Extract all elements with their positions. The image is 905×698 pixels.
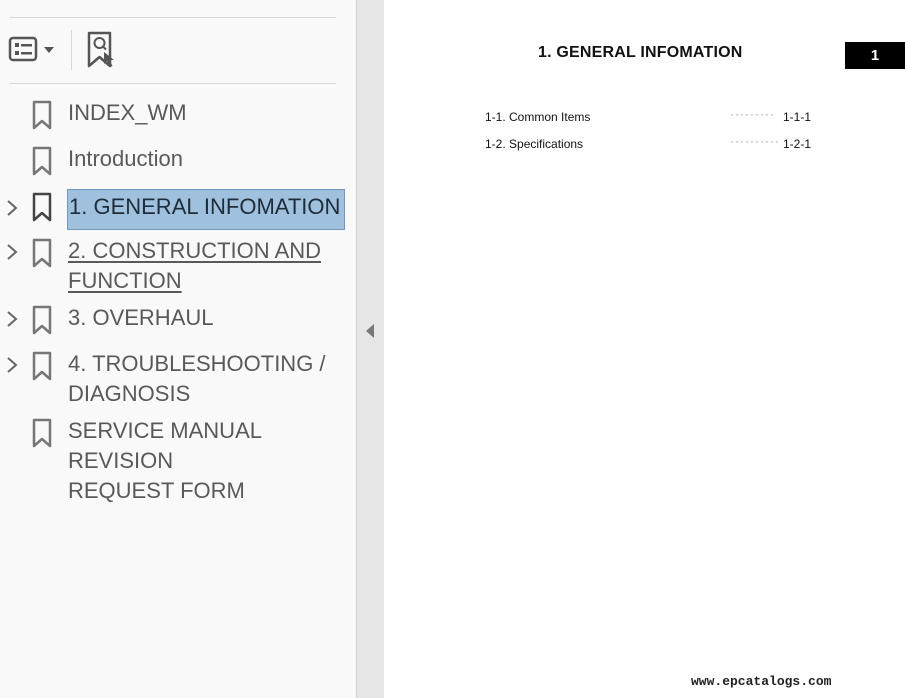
toolbar-divider [71,30,72,70]
bookmark-label-selected: 1. GENERAL INFOMATION [67,189,345,230]
toc-leader-dots: ········· [730,107,775,121]
bookmark-ribbon-icon [32,100,52,130]
watermark-text: www.epcatalogs.com [691,674,832,689]
bookmark-item-general-infomation[interactable]: 1. GENERAL INFOMATION [0,189,356,231]
toc-entry-title: 1-1. Common Items [485,110,591,124]
bookmark-item-index-wm[interactable]: INDEX_WM [0,98,356,130]
toc-leader-dots: ·········· [730,134,780,148]
find-current-bookmark-button[interactable] [84,30,122,70]
bookmark-item-overhaul[interactable]: 3. OVERHAUL [0,303,356,335]
bookmark-ribbon-icon [32,238,52,268]
page-title: 1. GENERAL INFOMATION [538,44,743,61]
bookmark-ribbon-icon [32,192,52,222]
bookmark-ribbon-icon [32,305,52,335]
bookmark-item-construction-and-function[interactable]: 2. CONSTRUCTION AND FUNCTION [0,236,356,298]
bookmark-label: Introduction [68,146,183,171]
find-current-bookmark-icon [87,31,114,68]
bookmark-label: SERVICE MANUAL REVISION REQUEST FORM [68,418,262,503]
bookmark-options-button[interactable] [8,34,60,64]
bookmark-ribbon-icon [32,351,52,381]
bookmark-ribbon-icon [32,146,52,176]
panel-splitter[interactable] [357,0,384,698]
bookmark-item-introduction[interactable]: Introduction [0,144,356,176]
bookmarks-panel: INDEX_WM Introduction 1. GENERAL INFOMAT… [0,0,357,698]
chevron-right-icon[interactable] [5,199,19,217]
bookmark-label: 3. OVERHAUL [68,305,214,330]
options-list-icon [8,36,54,62]
chevron-right-icon[interactable] [5,243,19,261]
toc-entry-page: 1-1-1 [783,110,812,124]
toc-entry-page: 1-2-1 [783,137,812,151]
bookmark-label: 4. TROUBLESHOOTING / DIAGNOSIS [68,351,326,406]
toc-entry[interactable]: 1-2. Specifications ·········· 1-2-1 [485,134,815,153]
toc-entry[interactable]: 1-1. Common Items ········· 1-1-1 [485,107,815,126]
chevron-right-icon[interactable] [5,356,19,374]
divider [10,17,336,18]
bookmark-label: INDEX_WM [68,100,187,125]
chapter-number-badge: 1 [845,42,905,69]
collapse-left-arrow-icon[interactable] [365,323,375,339]
toc-entry-title: 1-2. Specifications [485,137,584,151]
chevron-right-icon[interactable] [5,310,19,328]
bookmark-label: 2. CONSTRUCTION AND FUNCTION [68,238,322,293]
chevron-down-icon [44,47,54,53]
document-page: 1. GENERAL INFOMATION 1 1-1. Common Item… [384,0,905,698]
bookmark-ribbon-icon [32,418,52,448]
divider [10,83,336,84]
bookmark-item-service-manual-revision-request-form[interactable]: SERVICE MANUAL REVISION REQUEST FORM [0,416,356,503]
bookmark-item-troubleshooting-diagnosis[interactable]: 4. TROUBLESHOOTING / DIAGNOSIS [0,349,356,411]
